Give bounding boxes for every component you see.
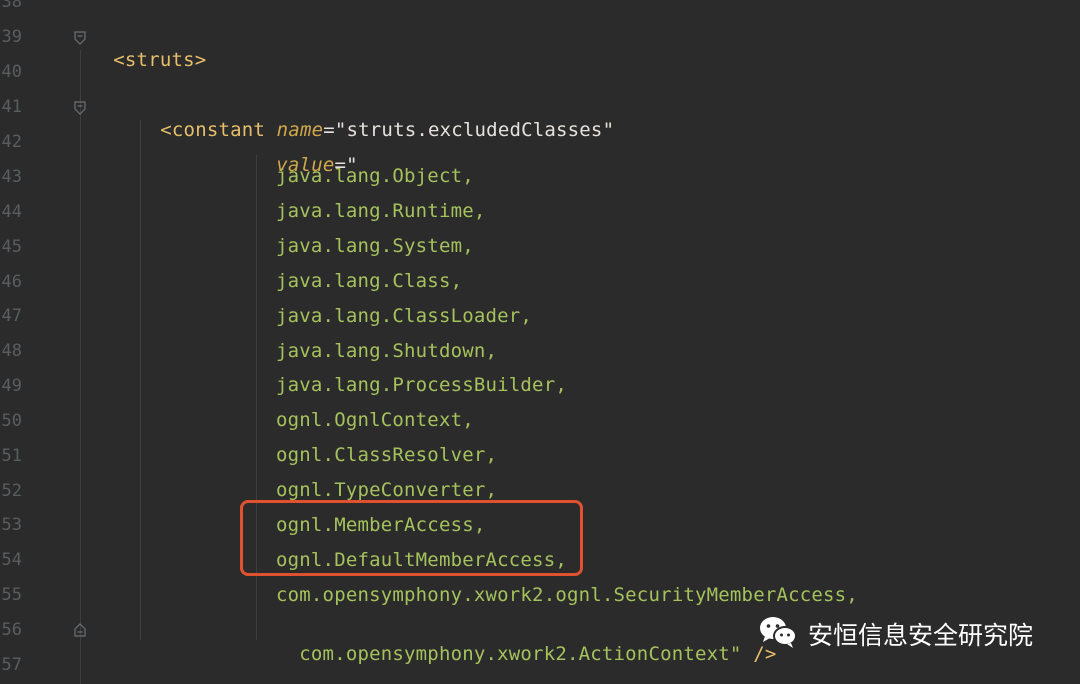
fold-marker-icon[interactable] [74,622,86,637]
line-number: 40 [1,62,22,82]
code-line-49[interactable]: java.lang.ProcessBuilder, [276,373,567,397]
line-number: 53 [1,515,22,535]
line-number: 38 [1,0,22,12]
code-line-39[interactable]: <struts> [90,24,206,72]
struts-tag: <struts> [113,49,207,71]
fold-marker-icon[interactable] [74,100,86,115]
line-number: 46 [1,272,22,292]
code-line-46[interactable]: java.lang.Class, [276,269,462,293]
line-number: 55 [1,585,22,605]
line-number: 45 [1,237,22,257]
code-line-50[interactable]: ognl.OgnlContext, [276,408,474,432]
code-line-56[interactable]: com.opensymphony.xwork2.ActionContext" /… [276,618,776,666]
line-number: 42 [1,132,22,152]
indent-guide [140,120,141,640]
code-line-52[interactable]: ognl.TypeConverter, [276,478,497,502]
code-line-44[interactable]: java.lang.Runtime, [276,199,486,223]
line-number: 48 [1,341,22,361]
code-line-43[interactable]: java.lang.Object, [276,164,474,188]
watermark-text: 安恒信息安全研究院 [808,621,1034,650]
line-number: 44 [1,202,22,222]
highlight-annotation-box [240,500,583,576]
fold-marker-icon[interactable] [74,30,86,45]
line-number: 54 [1,550,22,570]
line-number: 39 [1,27,22,47]
attr-value: "struts.excludedClasses" [334,119,615,141]
code-line-47[interactable]: java.lang.ClassLoader, [276,304,532,328]
line-number-gutter: 38 39 40 41 42 43 44 45 46 47 48 49 50 5… [0,0,60,684]
watermark: 安恒信息安全研究院 [758,612,1033,656]
line-number: 56 [1,620,22,640]
line-number: 50 [1,411,22,431]
wechat-icon [758,615,798,653]
line-number: 41 [1,97,22,117]
line-number: 47 [1,306,22,326]
code-line-55[interactable]: com.opensymphony.xwork2.ognl.SecurityMem… [276,583,858,607]
line-number: 51 [1,446,22,466]
line-number: 57 [1,655,22,675]
code-line-48[interactable]: java.lang.Shutdown, [276,339,497,363]
code-line-45[interactable]: java.lang.System, [276,234,474,258]
code-line-51[interactable]: ognl.ClassResolver, [276,443,497,467]
indent-guide [80,50,81,684]
code-line-41[interactable]: <constant name="struts.excludedClasses" [137,94,614,142]
line-number: 49 [1,376,22,396]
line-number: 52 [1,481,22,501]
line-number: 43 [1,167,22,187]
attr-value-end: com.opensymphony.xwork2.ActionContext" [299,643,742,665]
